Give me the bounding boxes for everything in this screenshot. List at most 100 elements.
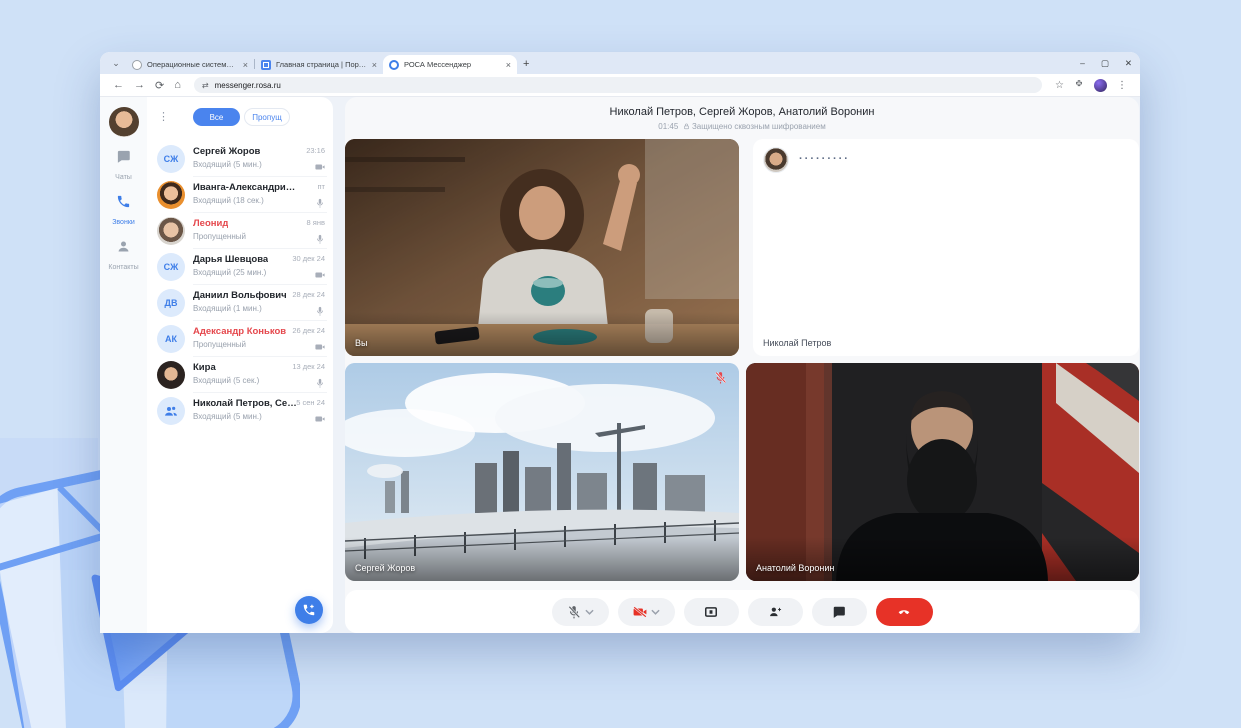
mic-toggle-button[interactable]: [552, 598, 609, 626]
audio-call-icon: [315, 375, 325, 385]
video-tile-you: Вы: [345, 139, 739, 356]
nav-calls[interactable]: Звонки: [100, 194, 147, 229]
close-button[interactable]: ✕: [1125, 58, 1132, 69]
person-add-icon: [768, 605, 782, 619]
screen-share-icon: [704, 605, 718, 619]
avatar-initials: СЖ: [157, 253, 185, 281]
tab-close-icon[interactable]: ×: [372, 60, 377, 70]
site-settings-icon[interactable]: ⇄: [202, 81, 209, 90]
screen-share-button[interactable]: [684, 598, 739, 626]
caller-name: Николай Петров, Се…: [193, 398, 297, 409]
call-status: Входящий (5 мин.): [193, 160, 262, 169]
tab-favicon: [261, 60, 271, 70]
tab-favicon: [132, 60, 142, 70]
new-call-button[interactable]: [295, 596, 323, 624]
browser-profile-avatar[interactable]: [1094, 79, 1107, 92]
encryption-label: Защищено сквозным шифрованием: [692, 122, 826, 131]
user-avatar[interactable]: [109, 107, 139, 137]
call-list-panel: ⋮ Все Пропущ СЖ Сергей Жоров Входящий (5…: [147, 97, 333, 633]
call-time: 28 дек 24: [292, 290, 325, 299]
avatar-photo: [157, 181, 185, 209]
filter-all[interactable]: Все: [193, 108, 240, 126]
extensions-icon[interactable]: [1074, 79, 1084, 92]
call-title: Николай Петров, Сергей Жоров, Анатолий В…: [345, 106, 1139, 118]
call-status: Входящий (5 сек.): [193, 376, 259, 385]
end-call-button[interactable]: [876, 598, 933, 626]
chat-bubble-icon: [832, 605, 846, 619]
participant-avatar: [763, 147, 789, 173]
call-history-list: СЖ Сергей Жоров Входящий (5 мин.) 23:16 …: [147, 141, 333, 429]
tab-close-icon[interactable]: ×: [506, 60, 511, 70]
group-call-icon: [157, 397, 185, 425]
call-list-item[interactable]: Иванга-Александрина Ив… Входящий (18 сек…: [147, 177, 333, 213]
filter-missed[interactable]: Пропущ: [244, 108, 290, 126]
tab-os[interactable]: Операционные системы рос… ×: [126, 55, 254, 74]
avatar-initials: СЖ: [157, 145, 185, 173]
list-menu-icon[interactable]: ⋮: [158, 110, 169, 123]
browser-window: ⌄ Операционные системы рос… × Главная ст…: [100, 52, 1140, 633]
caller-name: Даниил Вольфович: [193, 290, 287, 301]
label-shade: [746, 537, 1139, 581]
audio-call-icon: [315, 303, 325, 313]
avatar-photo: [157, 217, 185, 245]
caller-name: Адександр Коньков: [193, 326, 286, 337]
bookmark-star-icon[interactable]: ☆: [1055, 80, 1064, 91]
lock-icon: [683, 123, 690, 130]
call-time: 5 сен 24: [296, 398, 325, 407]
call-time: 26 дек 24: [292, 326, 325, 335]
background-patch: [0, 438, 98, 570]
call-list-item[interactable]: Николай Петров, Се… Входящий (5 мин.) 5 …: [147, 393, 333, 429]
tile-label: Вы: [355, 338, 367, 348]
browser-toolbar: ← → ⟳ ⌂ ⇄ messenger.rosa.ru ☆ ⋮: [100, 74, 1140, 97]
tab-search-chevron-icon[interactable]: ⌄: [108, 55, 124, 71]
audio-call-icon: [315, 195, 325, 205]
phone-plus-icon: [302, 603, 316, 617]
call-time: 30 дек 24: [292, 254, 325, 263]
call-list-item[interactable]: Кира Входящий (5 сек.) 13 дек 24: [147, 357, 333, 393]
forward-button[interactable]: →: [134, 79, 145, 91]
messenger-app: Чаты Звонки Контакты ⋮ Все Пропущ СЖ Сер…: [100, 97, 1140, 633]
label-shade: [345, 537, 739, 581]
mic-muted-icon: [567, 605, 581, 619]
back-button[interactable]: ←: [113, 79, 124, 91]
chat-button[interactable]: [812, 598, 867, 626]
call-status: Входящий (1 мин.): [193, 304, 262, 313]
chevron-down-icon[interactable]: [651, 609, 660, 615]
rosa-logo-icon: [389, 60, 399, 70]
call-time: пт: [318, 182, 326, 191]
tab-portal[interactable]: Главная страница | Портал р… ×: [255, 55, 383, 74]
home-button[interactable]: ⌂: [174, 79, 181, 91]
call-list-item[interactable]: Леонид Пропущенный 8 янв: [147, 213, 333, 249]
camera-toggle-button[interactable]: [618, 598, 675, 626]
nav-chats[interactable]: Чаты: [100, 149, 147, 184]
nav-label: Звонки: [112, 219, 135, 226]
video-call-icon: [315, 411, 325, 421]
call-list-item[interactable]: СЖ Сергей Жоров Входящий (5 мин.) 23:16: [147, 141, 333, 177]
call-list-item[interactable]: СЖ Дарья Шевцова Входящий (25 мин.) 30 д…: [147, 249, 333, 285]
add-participant-button[interactable]: [748, 598, 803, 626]
browser-menu-icon[interactable]: ⋮: [1117, 80, 1127, 91]
tab-close-icon[interactable]: ×: [243, 60, 248, 70]
video-tile-sergey: Сергей Жоров: [345, 363, 739, 581]
connecting-dots: ·········: [799, 153, 850, 165]
reload-button[interactable]: ⟳: [155, 79, 164, 92]
address-bar[interactable]: ⇄ messenger.rosa.ru: [194, 77, 1042, 93]
call-list-item[interactable]: ДВ Даниил Вольфович Входящий (1 мин.) 28…: [147, 285, 333, 321]
tile-label: Сергей Жоров: [355, 563, 415, 573]
call-status: Входящий (25 мин.): [193, 268, 266, 277]
caller-name: Кира: [193, 362, 216, 373]
call-list-item[interactable]: АК Адександр Коньков Пропущенный 26 дек …: [147, 321, 333, 357]
minimize-button[interactable]: –: [1080, 58, 1085, 68]
video-tile-nikolay: ········· Николай Петров: [753, 139, 1139, 356]
maximize-button[interactable]: ▢: [1101, 58, 1109, 69]
tab-title: Главная страница | Портал р…: [276, 60, 368, 69]
tab-rosa-messenger[interactable]: РОСА Мессенджер ×: [383, 55, 517, 74]
chevron-down-icon[interactable]: [585, 609, 594, 615]
new-tab-button[interactable]: +: [523, 58, 529, 70]
tab-title: Операционные системы рос…: [147, 60, 239, 69]
camera-off-icon: [633, 605, 647, 619]
nav-contacts[interactable]: Контакты: [100, 239, 147, 274]
phone-icon: [116, 194, 131, 209]
window-controls: – ▢ ✕: [1080, 52, 1132, 74]
caller-name: Сергей Жоров: [193, 146, 260, 157]
